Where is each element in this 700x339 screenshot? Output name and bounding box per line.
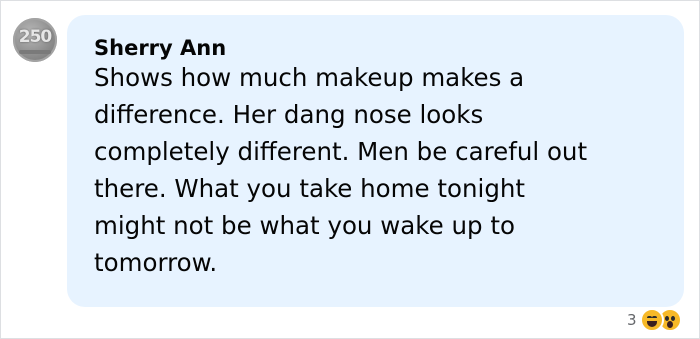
profile-avatar[interactable]: 250 <box>13 18 57 62</box>
avatar-label: 250 <box>18 27 53 47</box>
comment-author[interactable]: Sherry Ann <box>94 36 226 60</box>
comment-bubble: Sherry Ann Shows how much makeup makes a… <box>67 15 684 307</box>
haha-emoji-icon <box>639 308 664 332</box>
comment-text: Shows how much makeup makes a difference… <box>94 63 588 277</box>
comment-container: 250 Sherry Ann Shows how much makeup mak… <box>0 0 700 339</box>
avatar-band <box>19 50 51 54</box>
reaction-summary[interactable]: 3 <box>627 307 682 333</box>
reaction-count: 3 <box>627 311 637 329</box>
